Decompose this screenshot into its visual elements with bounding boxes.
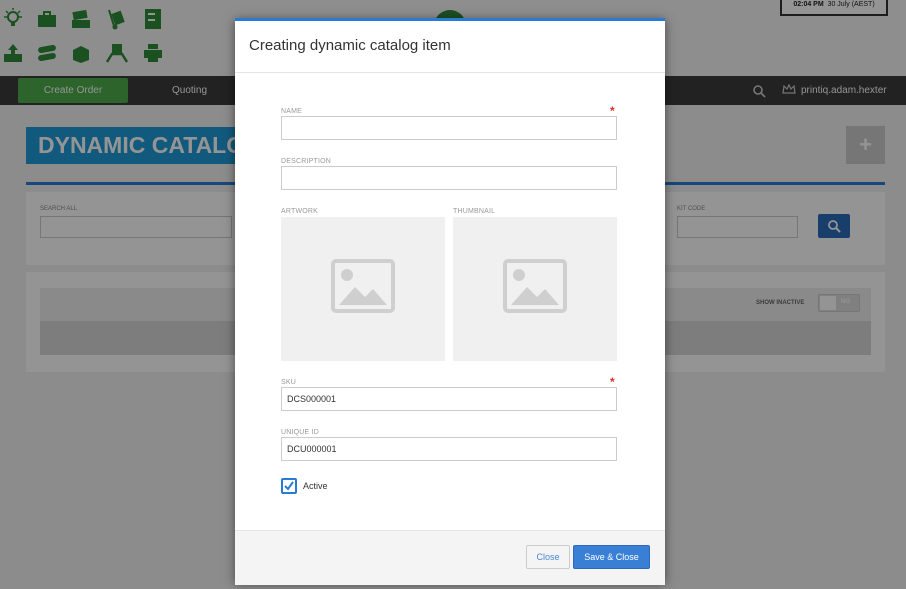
active-label: Active (303, 481, 328, 491)
name-input[interactable] (281, 116, 617, 140)
thumbnail-upload[interactable] (453, 217, 617, 361)
thumbnail-label: THUMBNAIL (453, 208, 496, 215)
image-placeholder-icon (331, 259, 395, 313)
active-checkbox[interactable] (281, 478, 297, 494)
save-and-close-button[interactable]: Save & Close (573, 545, 650, 569)
modal-footer: Close Save & Close (235, 530, 665, 585)
artwork-upload[interactable] (281, 217, 445, 361)
artwork-label: ARTWORK (281, 208, 319, 215)
close-button[interactable]: Close (526, 545, 570, 569)
image-placeholder-icon (503, 259, 567, 313)
name-label: NAME (281, 108, 303, 115)
description-input[interactable] (281, 166, 617, 190)
checkmark-icon (284, 481, 294, 491)
sku-label: SKU (281, 379, 296, 386)
create-catalog-item-dialog: Creating dynamic catalog item NAME * DES… (235, 18, 665, 585)
description-label: DESCRIPTION (281, 158, 332, 165)
unique-id-input[interactable] (281, 437, 617, 461)
modal-header: Creating dynamic catalog item (235, 21, 665, 73)
sku-input[interactable] (281, 387, 617, 411)
unique-id-label: UNIQUE ID (281, 429, 319, 436)
modal-title: Creating dynamic catalog item (249, 37, 451, 54)
